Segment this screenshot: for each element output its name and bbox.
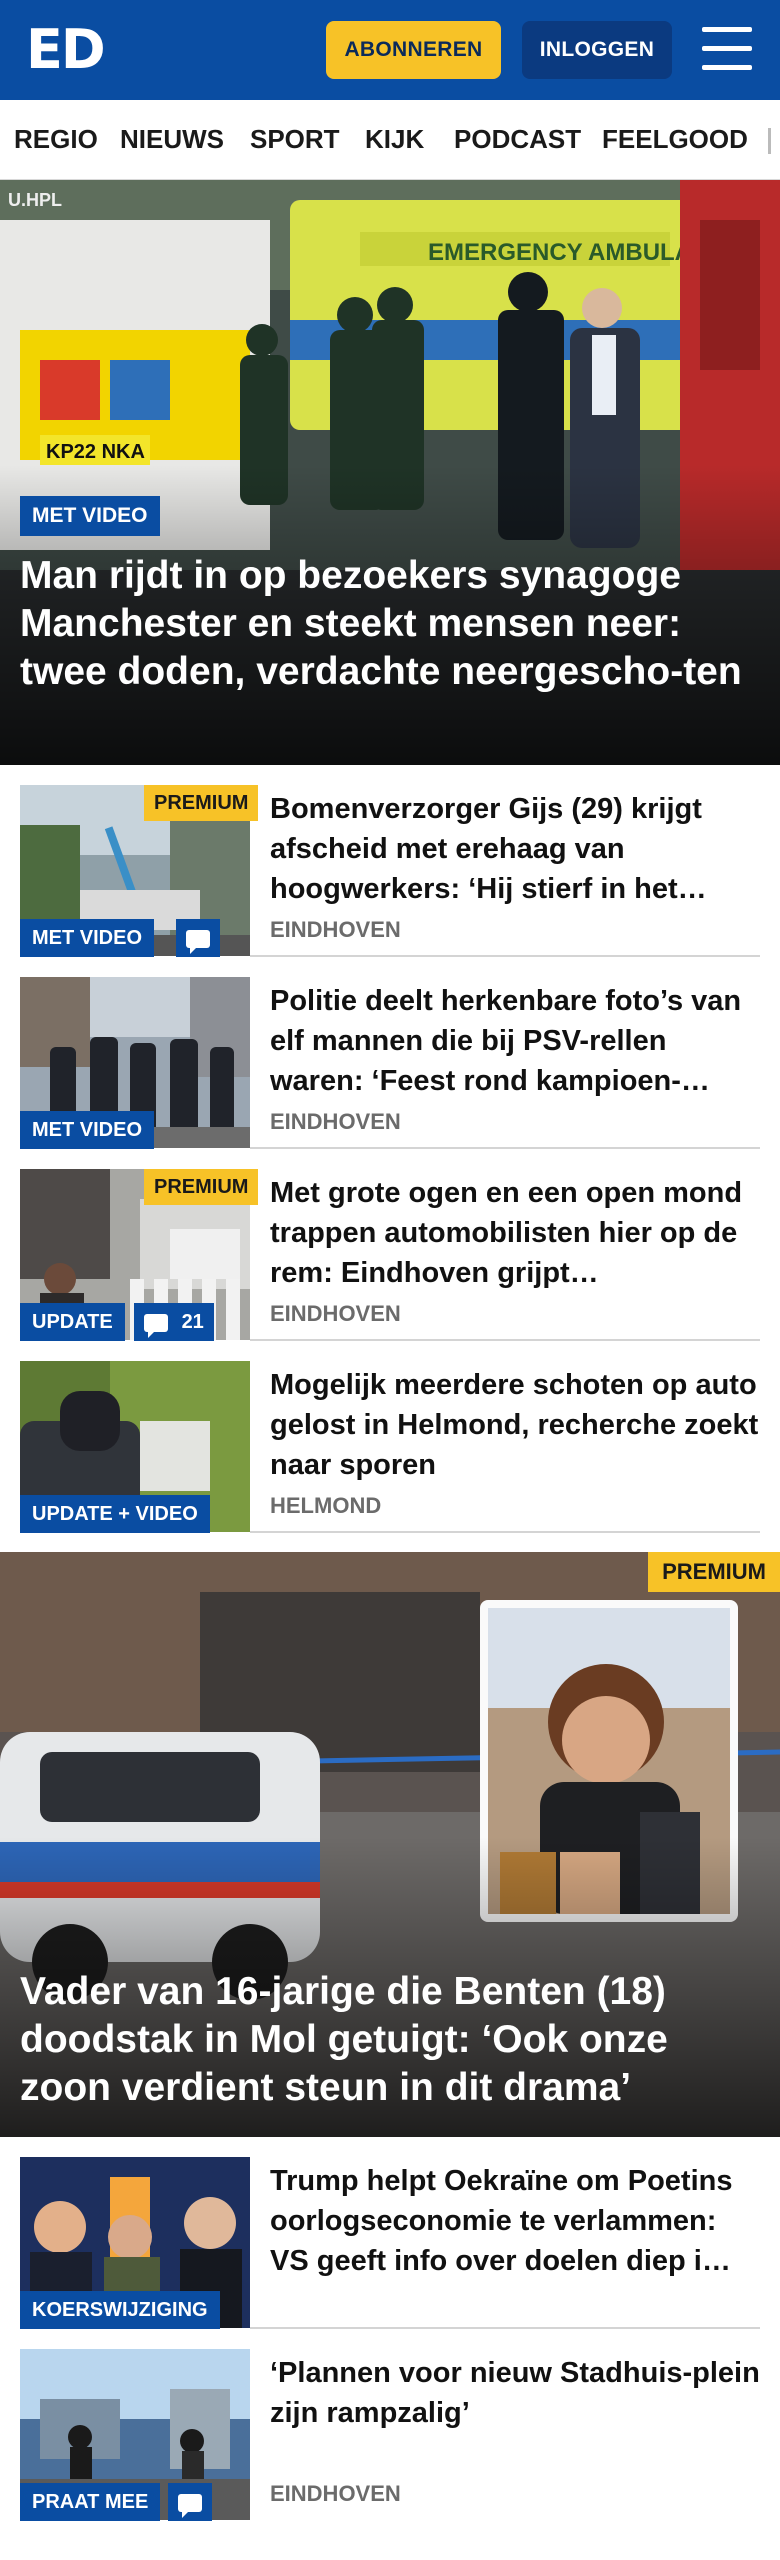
premium-badge: PREMIUM — [144, 785, 259, 821]
badge-met-video: MET VIDEO — [20, 919, 155, 957]
hero-article-second[interactable]: PREMIUM Vader van 16-jarige die Benten (… — [0, 1552, 780, 2137]
site-header: ED ABONNEREN INLOGGEN — [0, 0, 780, 100]
article-item[interactable]: KOERSWIJZIGING Trump helpt Oekraïne om P… — [20, 2157, 760, 2329]
article-title[interactable]: Trump helpt Oekraïne om Poetins oorlogse… — [270, 2161, 760, 2281]
divider — [250, 1339, 760, 1341]
article-location: HELMOND — [270, 1493, 382, 1518]
badge-met-video: MET VIDEO — [20, 496, 160, 536]
sign-text: U.HPL — [8, 190, 62, 210]
subscribe-button[interactable]: ABONNEREN — [326, 21, 501, 79]
comments-indicator — [168, 2483, 212, 2521]
article-title[interactable]: Mogelijk meerdere schoten op auto gelost… — [270, 1365, 760, 1485]
nav-item-feelgood[interactable]: FEELGOOD — [602, 124, 748, 155]
badge-update-video: UPDATE + VIDEO — [20, 1495, 210, 1533]
article-item[interactable]: PREMIUM MET VIDEO Bomenverzorger Gijs (2… — [20, 785, 760, 957]
comments-indicator — [176, 919, 220, 957]
article-location: EINDHOVEN — [270, 1301, 401, 1326]
comment-icon — [178, 2493, 202, 2518]
article-title[interactable]: Met grote ogen en een open mond trappen … — [270, 1173, 760, 1293]
login-button[interactable]: INLOGGEN — [522, 21, 672, 79]
badge-praat-mee: PRAAT MEE — [20, 2483, 161, 2521]
badge-koerswijziging: KOERSWIJZIGING — [20, 2291, 220, 2329]
comment-icon — [144, 1313, 168, 1338]
premium-badge: PREMIUM — [648, 1552, 780, 1592]
article-title[interactable]: Bomenverzorger Gijs (29) krijgt afscheid… — [270, 789, 760, 909]
article-location: EINDHOVEN — [270, 2481, 401, 2506]
article-title[interactable]: ‘Plannen voor nieuw Stadhuis-plein zijn … — [270, 2353, 760, 2433]
nav-item-sport[interactable]: SPORT — [250, 124, 340, 155]
nav-item-nieuws[interactable]: NIEUWS — [120, 124, 224, 155]
comments-indicator: 21 — [134, 1303, 214, 1341]
hero-title[interactable]: Man rijdt in op bezoekers synagoge Manch… — [20, 552, 760, 696]
article-location: EINDHOVEN — [270, 917, 401, 942]
site-logo[interactable]: ED — [26, 22, 106, 78]
section-nav: REGIO NIEUWS SPORT KIJK PODCAST FEELGOOD — [0, 100, 780, 180]
hero-article-main[interactable]: EMERGENCY AMBULA KP22 NKA U.HPL MET VIDE… — [0, 180, 780, 765]
hero-title[interactable]: Vader van 16-jarige die Benten (18) dood… — [20, 1968, 760, 2112]
premium-badge: PREMIUM — [144, 1169, 259, 1205]
divider — [250, 1531, 760, 1533]
badge-update: UPDATE — [20, 1303, 125, 1341]
plate-text: KP22 NKA — [46, 441, 145, 463]
hamburger-menu-icon[interactable] — [702, 27, 752, 71]
badge-met-video: MET VIDEO — [20, 1111, 155, 1149]
nav-item-kijk[interactable]: KIJK — [365, 124, 424, 155]
article-title[interactable]: Politie deelt herkenbare foto’s van elf … — [270, 981, 760, 1101]
divider — [250, 955, 760, 957]
nav-item-podcast[interactable]: PODCAST — [454, 124, 581, 155]
article-item[interactable]: PREMIUM UPDATE 21 Met grote ogen en een … — [20, 1169, 760, 1341]
article-item[interactable]: PRAAT MEE ‘Plannen voor nieuw Stadhuis-p… — [20, 2349, 760, 2521]
divider — [250, 1147, 760, 1149]
nav-item-regio[interactable]: REGIO — [14, 124, 98, 155]
divider — [250, 2327, 760, 2329]
comment-icon — [186, 929, 210, 954]
article-location: EINDHOVEN — [270, 1109, 401, 1134]
comment-count: 21 — [181, 1311, 204, 1333]
article-item[interactable]: UPDATE + VIDEO Mogelijk meerdere schoten… — [20, 1361, 760, 1533]
article-item[interactable]: MET VIDEO Politie deelt herkenbare foto’… — [20, 977, 760, 1149]
ambulance-text: EMERGENCY AMBULA — [428, 239, 692, 266]
nav-overflow-indicator — [768, 128, 771, 154]
